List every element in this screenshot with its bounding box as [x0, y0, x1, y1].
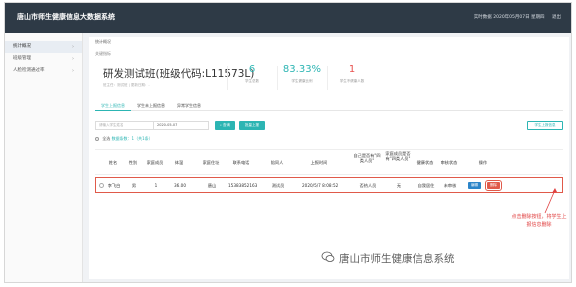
cell-report-time: 2020/5/7 8:08:52	[302, 183, 339, 188]
column-header: 自己是否有"四类人员"	[353, 153, 381, 163]
datetime-label: 实时数据 2020年05月07日 星期四	[473, 15, 545, 20]
search-button[interactable]: ⌕ 查询	[215, 121, 235, 130]
selection-row: 全选 数据条数：1（共1条）	[95, 136, 153, 142]
stat-value: 83.33%	[282, 64, 322, 75]
column-header: 操作	[478, 160, 488, 165]
app-window: 唐山市师生健康信息大数据系统 实时数据 2020年05月07日 星期四 退出 统…	[4, 2, 572, 283]
cell-gender: 男	[131, 183, 137, 188]
sidebar-item-overview[interactable]: 统计概况 ›	[5, 41, 82, 53]
student-report-info-button[interactable]: 学生上报信息	[527, 121, 563, 130]
column-header: 健康状态	[416, 160, 434, 165]
app-title: 唐山市师生健康信息大数据系统	[17, 13, 115, 21]
class-subtitle: 班主任：测试班 | 更新日期：-	[103, 83, 150, 87]
column-header: 家庭成员是否有"四类人员"	[385, 151, 411, 161]
column-header: 家庭成员	[146, 160, 164, 165]
sidebar-item-face-detection[interactable]: 人脸检测通过率 ›	[5, 65, 82, 77]
stat-healthy-ratio: 83.33% 学生健康比例	[277, 64, 327, 90]
sidebar-item-label: 统计概况	[13, 44, 31, 49]
column-header: 陪同人	[270, 160, 284, 165]
date-picker-input[interactable]: 2020-05-07	[153, 121, 209, 130]
cell-health-status: 自我居住	[417, 183, 435, 188]
cell-temperature: 36.00	[174, 183, 186, 188]
annotation-arrow	[544, 188, 557, 214]
stat-total-students: 6 学生总数	[227, 64, 277, 90]
column-header: 审核状态	[440, 160, 458, 165]
sidebar-item-class-management[interactable]: 班级管理 ›	[5, 53, 82, 65]
sidebar: 统计概况 › 班级管理 › 人脸检测通过率 ›	[5, 33, 83, 282]
tab-reported[interactable]: 学生上报信息	[95, 101, 131, 111]
cell-family-members: 1	[154, 183, 158, 188]
section-label: 关键指标	[95, 51, 111, 56]
stat-value: 6	[248, 64, 256, 75]
sidebar-item-label: 班级管理	[13, 56, 31, 61]
tab-bar: 学生上报信息 学生未上报信息 异常学生信息	[95, 101, 563, 111]
table-row[interactable]: 李飞白 男 1 36.00 唐山 15383852163 测试员 2020/5/…	[95, 177, 563, 193]
select-all-checkbox[interactable]	[95, 137, 99, 141]
cell-review-status: 未审核	[443, 183, 457, 188]
column-header: 家庭住址	[202, 160, 220, 165]
watermark-text: 唐山市师生健康信息系统	[339, 253, 455, 265]
tab-abnormal[interactable]: 异常学生信息	[171, 101, 207, 111]
main-content: 统计概况 关键指标 研发测试班(班级代码:L11573L) 班主任：测试班 | …	[89, 37, 569, 279]
record-count: 数据条数：1（共1条）	[111, 136, 153, 141]
stat-label: 学生健康比例	[291, 79, 313, 83]
logout-link[interactable]: 退出	[552, 15, 561, 20]
cell-companion: 测试员	[271, 183, 285, 188]
cell-self-four-types: 否热人员	[359, 183, 377, 188]
top-bar: 唐山市师生健康信息大数据系统 实时数据 2020年05月07日 星期四 退出	[5, 3, 571, 33]
chevron-right-icon: ›	[72, 68, 74, 74]
stat-label: 学生不健康人数	[339, 79, 365, 83]
delete-button[interactable]: 删除	[485, 180, 502, 191]
cell-family-four-types: 无	[396, 183, 402, 188]
edit-button[interactable]: 编辑	[468, 182, 481, 189]
top-right-info: 实时数据 2020年05月07日 星期四 退出	[468, 14, 561, 20]
chevron-right-icon: ›	[72, 44, 74, 50]
column-header: 姓名	[108, 160, 118, 165]
sidebar-item-label: 人脸检测通过率	[13, 68, 45, 73]
stat-value: 1	[348, 64, 356, 75]
column-header: 联系电话	[232, 160, 250, 165]
cell-phone: 15383852163	[228, 183, 258, 188]
cell-address: 唐山	[207, 183, 217, 188]
table-header: 姓名 性别 家庭成员 体温 家庭住址 联系电话 陪同人 上报时间 自己是否有"四…	[95, 149, 563, 175]
annotation-text: 点击删除按钮，将学生上报信息删除	[511, 214, 567, 228]
column-header: 性别	[128, 160, 138, 165]
stat-label: 学生总数	[245, 79, 259, 83]
tab-unreported[interactable]: 学生未上报信息	[133, 101, 169, 111]
search-icon: ⌕	[219, 123, 222, 127]
select-all-label: 全选	[102, 136, 111, 141]
stat-unhealthy-count: 1 学生不健康人数	[327, 64, 377, 90]
report-table: 姓名 性别 家庭成员 体温 家庭住址 联系电话 陪同人 上报时间 自己是否有"四…	[95, 149, 563, 193]
column-header: 上报时间	[310, 160, 328, 165]
chevron-right-icon: ›	[72, 56, 74, 62]
breadcrumb: 统计概况	[95, 39, 111, 44]
wechat-icon	[321, 251, 335, 262]
student-name-search-input[interactable]: 请输入学生姓名	[95, 121, 159, 130]
batch-report-button[interactable]: 批量上报	[239, 121, 265, 130]
column-header: 体温	[174, 160, 184, 165]
cell-name: 李飞白	[107, 183, 121, 188]
